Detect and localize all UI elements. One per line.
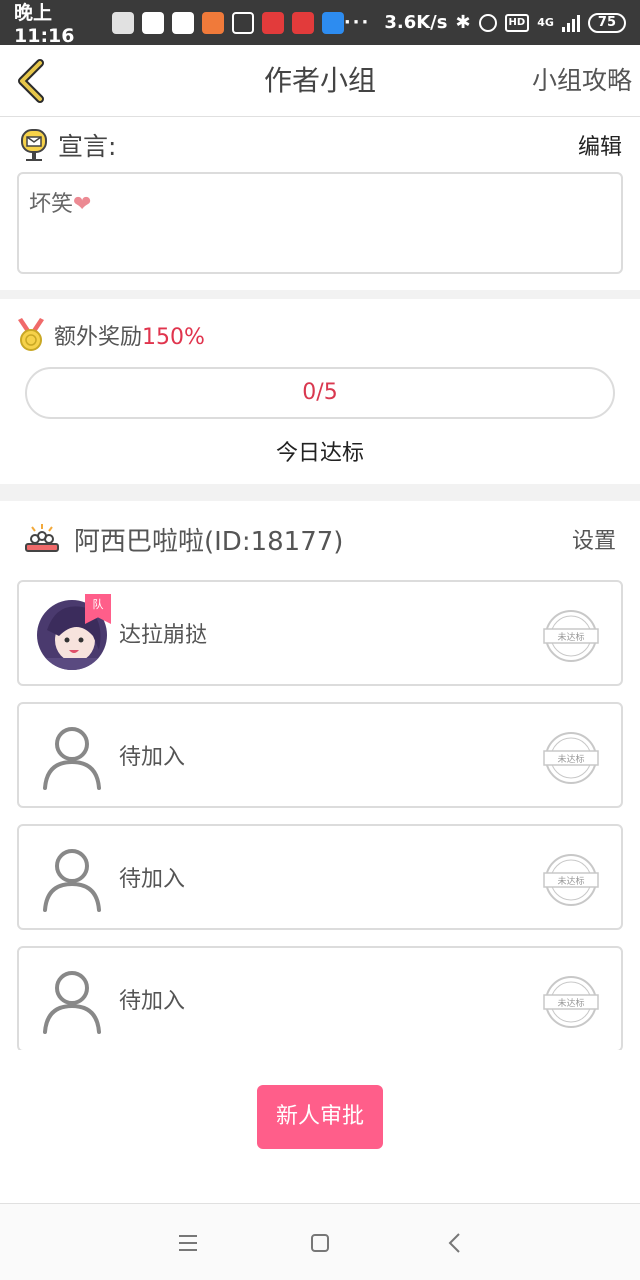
member-card[interactable]: 队 达拉崩挞 未达标 — [17, 580, 623, 686]
declaration-text: 坏笑 — [29, 192, 74, 217]
declaration-row: 宣言: 编辑 — [20, 125, 622, 165]
not-reached-stamp-icon: 未达标 — [543, 976, 599, 1028]
system-nav-bar — [0, 1203, 640, 1280]
app-icon — [201, 11, 224, 34]
section-divider-2 — [0, 484, 640, 501]
progress-text: 0/5 — [302, 380, 338, 405]
group-guide-link[interactable]: 小组攻略 — [532, 45, 632, 117]
heart-emoji: ❤ — [73, 192, 92, 217]
member-list: 队 达拉崩挞 未达标 待加入 未达标 待加入 未达标 待加入 未达标 — [17, 580, 623, 1050]
stamp-text: 未达标 — [557, 753, 584, 765]
section-divider — [0, 290, 640, 299]
hd-icon: HD — [504, 13, 530, 32]
stamp-text: 未达标 — [557, 875, 584, 887]
member-card[interactable]: 待加入 未达标 — [17, 702, 623, 808]
battery-indicator: 75 — [587, 12, 626, 33]
more-dots: ··· — [343, 12, 371, 33]
reward-label: 额外奖励150% — [54, 319, 205, 351]
home-icon[interactable] — [305, 1228, 335, 1258]
network-label: 4G — [537, 16, 554, 29]
notification-icons — [111, 11, 344, 34]
reward-percent: 150% — [142, 325, 205, 350]
group-settings-button[interactable]: 设置 — [572, 523, 616, 555]
group-row: 阿西巴啦啦(ID:18177) 设置 — [24, 515, 616, 563]
not-reached-stamp-icon: 未达标 — [543, 732, 599, 784]
toutiao-icon — [261, 11, 284, 34]
edit-button[interactable]: 编辑 — [578, 129, 622, 161]
member-card[interactable]: 待加入 未达标 — [17, 824, 623, 930]
declaration-label: 宣言: — [58, 132, 117, 161]
declaration-text-box[interactable]: 坏笑❤ — [17, 172, 623, 274]
placeholder-user-icon — [43, 727, 101, 790]
stamp-text: 未达标 — [557, 631, 584, 643]
member-name: 待加入 — [119, 745, 186, 770]
alipay-icon — [231, 11, 254, 34]
member-name: 待加入 — [119, 989, 186, 1014]
new-member-approval-button[interactable]: 新人审批 — [257, 1085, 383, 1149]
map-icon — [321, 11, 344, 34]
daily-progress-bar: 0/5 — [25, 367, 615, 419]
paw-icon — [171, 11, 194, 34]
toutiao-icon-2 — [291, 11, 314, 34]
member-name: 待加入 — [119, 867, 186, 892]
placeholder-user-icon — [43, 971, 101, 1034]
menu-icon[interactable] — [173, 1228, 203, 1258]
member-card[interactable]: 待加入 未达标 — [17, 946, 623, 1050]
header: 作者小组 小组攻略 — [0, 45, 640, 117]
nav-back-icon[interactable] — [440, 1228, 470, 1258]
not-reached-stamp-icon: 未达标 — [543, 854, 599, 906]
not-reached-stamp-icon: 未达标 — [543, 610, 599, 662]
status-bar: 晚上11:16 ··· 3.6K/s ✱ HD 4G 75 — [0, 0, 640, 47]
mi-icon — [141, 11, 164, 34]
stamp-text: 未达标 — [557, 997, 584, 1009]
group-name: 阿西巴啦啦(ID:18177) — [74, 526, 344, 557]
medal-icon — [18, 318, 44, 351]
alarm-icon — [478, 13, 497, 32]
status-time: 晚上11:16 — [14, 2, 75, 47]
wechat-icon — [111, 11, 134, 34]
signal-icon — [561, 14, 580, 32]
reward-label-text: 额外奖励 — [54, 325, 143, 350]
member-name: 达拉崩挞 — [119, 623, 208, 648]
team-icon — [25, 524, 59, 552]
placeholder-user-icon — [43, 849, 101, 912]
mailbox-icon — [21, 129, 47, 161]
today-target-label: 今日达标 — [275, 441, 364, 466]
net-speed: 3.6K/s — [384, 12, 448, 33]
bluetooth-icon: ✱ — [455, 12, 471, 33]
reward-row: 额外奖励150% — [18, 315, 205, 355]
